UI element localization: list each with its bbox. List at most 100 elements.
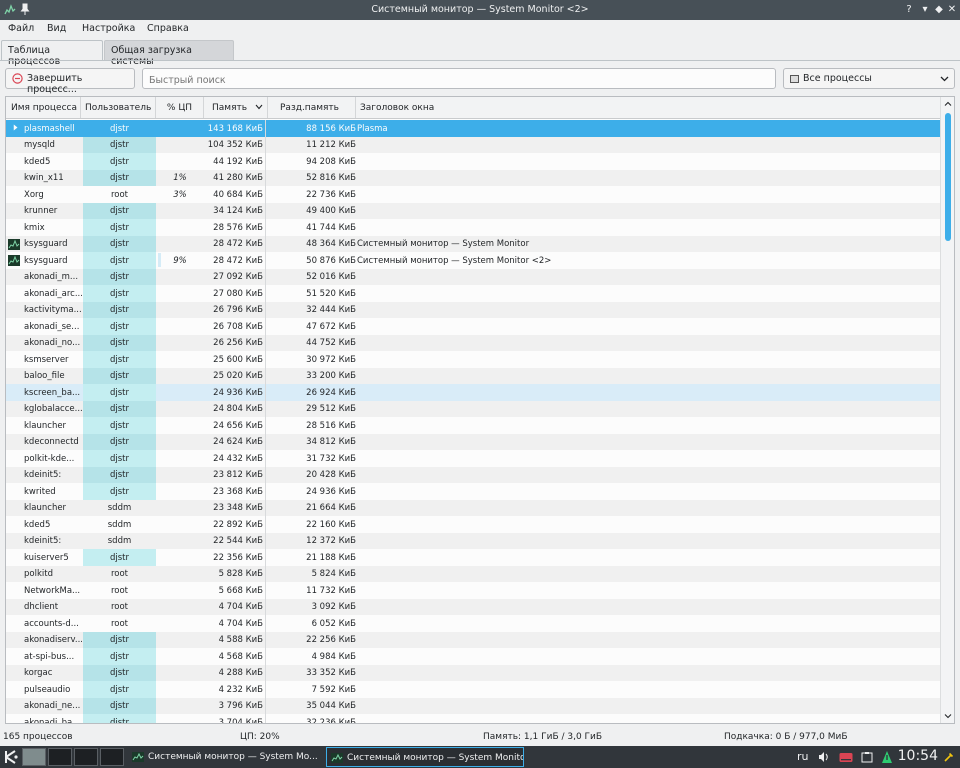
desktop-pager-3[interactable]	[74, 748, 98, 766]
close-button[interactable]: ✕	[945, 3, 959, 17]
col-shared-memory[interactable]: Разд.память	[268, 97, 356, 118]
table-row[interactable]: mysqld djstr 104 352 КиБ 11 212 КиБ	[6, 136, 941, 153]
menu-help[interactable]: Справка	[147, 23, 189, 34]
expand-arrow-icon[interactable]	[13, 124, 19, 131]
table-row[interactable]: at-spi-bus... djstr 4 568 КиБ 4 984 КиБ	[6, 648, 941, 665]
table-row[interactable]: kded5 djstr 44 192 КиБ 94 208 КиБ	[6, 153, 941, 170]
process-name: kuiserver5	[24, 552, 69, 563]
table-row[interactable]: ksmserver djstr 25 600 КиБ 30 972 КиБ	[6, 351, 941, 368]
process-cpu: 9%	[173, 255, 187, 266]
tab-system-load[interactable]: Общая загрузка системы	[104, 40, 234, 67]
process-window-title	[357, 170, 757, 187]
table-row[interactable]: kdeconnectd djstr 24 624 КиБ 34 812 КиБ	[6, 433, 941, 450]
table-row[interactable]: akonadiserv... djstr 4 588 КиБ 22 256 КиБ	[6, 631, 941, 648]
process-window-title	[357, 285, 757, 302]
process-shared-memory: 21 188 КиБ	[306, 552, 356, 563]
task-system-monitor[interactable]: Системный монитор — System Mo...	[128, 747, 323, 767]
table-row[interactable]: klauncher djstr 24 656 КиБ 28 516 КиБ	[6, 417, 941, 434]
process-name: kdeinit5:	[24, 470, 62, 480]
process-memory: 28 472 КиБ	[204, 235, 266, 252]
panel-tools-icon[interactable]	[943, 752, 954, 763]
process-user: djstr	[83, 169, 156, 186]
table-row[interactable]: polkitd root 5 828 КиБ 5 824 КиБ	[6, 565, 941, 582]
col-name[interactable]: Имя процесса	[6, 97, 81, 118]
process-cpu: 1%	[173, 173, 187, 183]
table-row[interactable]: akonadi_se... djstr 26 708 КиБ 47 672 КиБ	[6, 318, 941, 335]
table-row[interactable]: kdeinit5: djstr 23 812 КиБ 20 428 КиБ	[6, 466, 941, 483]
menu-file[interactable]: Файл	[8, 23, 34, 34]
process-memory: 23 348 КиБ	[204, 499, 266, 516]
menu-view[interactable]: Вид	[47, 23, 66, 34]
table-row[interactable]: Xorg root 3% 40 684 КиБ 22 736 КиБ	[6, 186, 941, 203]
table-row[interactable]: accounts-d... root 4 704 КиБ 6 052 КиБ	[6, 615, 941, 632]
scroll-down-icon[interactable]	[944, 712, 952, 720]
table-row[interactable]: akonadi_no... djstr 26 256 КиБ 44 752 КиБ	[6, 334, 941, 351]
table-row[interactable]: akonadi_m... djstr 27 092 КиБ 52 016 КиБ	[6, 268, 941, 285]
table-row[interactable]: krunner djstr 34 124 КиБ 49 400 КиБ	[6, 202, 941, 219]
process-shared-memory: 11 732 КиБ	[306, 585, 356, 596]
table-row[interactable]: kwin_x11 djstr 1% 41 280 КиБ 52 816 КиБ	[6, 169, 941, 187]
minimize-button[interactable]: ▾	[918, 3, 932, 17]
scroll-up-icon[interactable]	[944, 100, 952, 108]
table-row[interactable]: kactivityma... djstr 26 796 КиБ 32 444 КиБ	[6, 301, 941, 318]
maximize-button[interactable]: ◆	[932, 3, 946, 17]
process-table[interactable]: Имя процесса Пользователь % ЦП Память Ра…	[5, 96, 955, 724]
table-row[interactable]: NetworkMa... root 5 668 КиБ 11 732 КиБ	[6, 582, 941, 599]
drive-icon[interactable]	[839, 752, 853, 763]
process-window-title	[357, 714, 757, 723]
window-titlebar[interactable]: Системный монитор — System Monitor <2> ?…	[0, 0, 960, 20]
help-button[interactable]: ?	[902, 3, 916, 17]
table-row[interactable]: kdeinit5: sddm 22 544 КиБ 12 372 КиБ	[6, 532, 941, 549]
desktop-pager-4[interactable]	[100, 748, 124, 766]
table-row[interactable]: akonadi_arc... djstr 27 080 КиБ 51 520 КиБ	[6, 285, 941, 302]
scrollbar-thumb[interactable]	[945, 113, 951, 241]
tab-process-table[interactable]: Таблица процессов	[1, 40, 103, 67]
process-shared-memory: 5 824 КиБ	[311, 569, 356, 579]
col-memory[interactable]: Память	[204, 97, 268, 118]
quick-search-input[interactable]	[142, 68, 776, 89]
table-row[interactable]: polkit-kde... djstr 24 432 КиБ 31 732 КиБ	[6, 450, 941, 467]
table-row[interactable]: kmix djstr 28 576 КиБ 41 744 КиБ	[6, 219, 941, 236]
table-row[interactable]: pulseaudio djstr 4 232 КиБ 7 592 КиБ	[6, 681, 941, 698]
table-row[interactable]: ksysguard djstr 9% 28 472 КиБ 50 876 КиБ Сист…	[6, 252, 941, 269]
process-window-title	[357, 351, 757, 368]
table-row[interactable]: korgac djstr 4 288 КиБ 33 352 КиБ	[6, 664, 941, 681]
process-name: kglobalacce...	[24, 404, 82, 414]
table-row[interactable]: akonadi_ba... djstr 3 704 КиБ 32 236 КиБ	[6, 714, 941, 724]
desktop-pager-2[interactable]	[48, 748, 72, 766]
update-notifier-icon[interactable]	[880, 750, 894, 764]
table-row[interactable]: akonadi_ne... djstr 3 796 КиБ 35 044 КиБ	[6, 697, 941, 714]
table-row[interactable]: baloo_file djstr 25 020 КиБ 33 200 КиБ	[6, 367, 941, 384]
table-row[interactable]: ksysguard djstr 28 472 КиБ 48 364 КиБ Систем…	[6, 235, 941, 252]
volume-icon[interactable]	[818, 751, 830, 763]
table-row[interactable]: kded5 sddm 22 892 КиБ 22 160 КиБ	[6, 516, 941, 533]
process-cpu	[157, 153, 203, 170]
process-memory: 23 812 КиБ	[204, 466, 266, 483]
application-launcher-icon[interactable]	[3, 749, 19, 765]
table-row[interactable]: plasmashell djstr 143 168 КиБ 88 156 КиБ Pla…	[6, 120, 941, 137]
col-cpu[interactable]: % ЦП	[156, 97, 204, 118]
process-user: djstr	[83, 136, 156, 153]
col-user[interactable]: Пользователь	[81, 97, 156, 118]
process-memory: 27 080 КиБ	[204, 285, 266, 302]
col-window-title[interactable]: Заголовок окна	[356, 97, 941, 118]
clock[interactable]: 10:54	[898, 748, 938, 764]
process-shared-memory: 49 400 КиБ	[306, 206, 356, 216]
desktop-pager-1[interactable]	[22, 748, 46, 766]
table-row[interactable]: klauncher sddm 23 348 КиБ 21 664 КиБ	[6, 499, 941, 516]
vertical-scrollbar[interactable]	[940, 97, 954, 723]
table-row[interactable]: kscreen_ba... djstr 24 936 КиБ 26 924 КиБ	[6, 384, 941, 401]
process-memory: 4 288 КиБ	[204, 664, 266, 681]
clipboard-icon[interactable]	[861, 751, 873, 763]
process-filter-select[interactable]: Все процессы	[783, 68, 955, 89]
menu-settings[interactable]: Настройка	[82, 23, 135, 34]
table-row[interactable]: kwrited djstr 23 368 КиБ 24 936 КиБ	[6, 483, 941, 500]
table-row[interactable]: kuiserver5 djstr 22 356 КиБ 21 188 КиБ	[6, 549, 941, 566]
process-shared-memory: 32 236 КиБ	[306, 717, 356, 724]
task-system-monitor-2[interactable]: Системный монитор — System Monitor <2>	[326, 747, 524, 767]
kill-process-button[interactable]: Завершить процесс...	[5, 68, 135, 95]
keyboard-layout[interactable]: ru	[797, 750, 809, 763]
table-row[interactable]: kglobalacce... djstr 24 804 КиБ 29 512 КиБ	[6, 400, 941, 417]
process-user: djstr	[83, 301, 156, 318]
table-row[interactable]: dhclient root 4 704 КиБ 3 092 КиБ	[6, 598, 941, 615]
